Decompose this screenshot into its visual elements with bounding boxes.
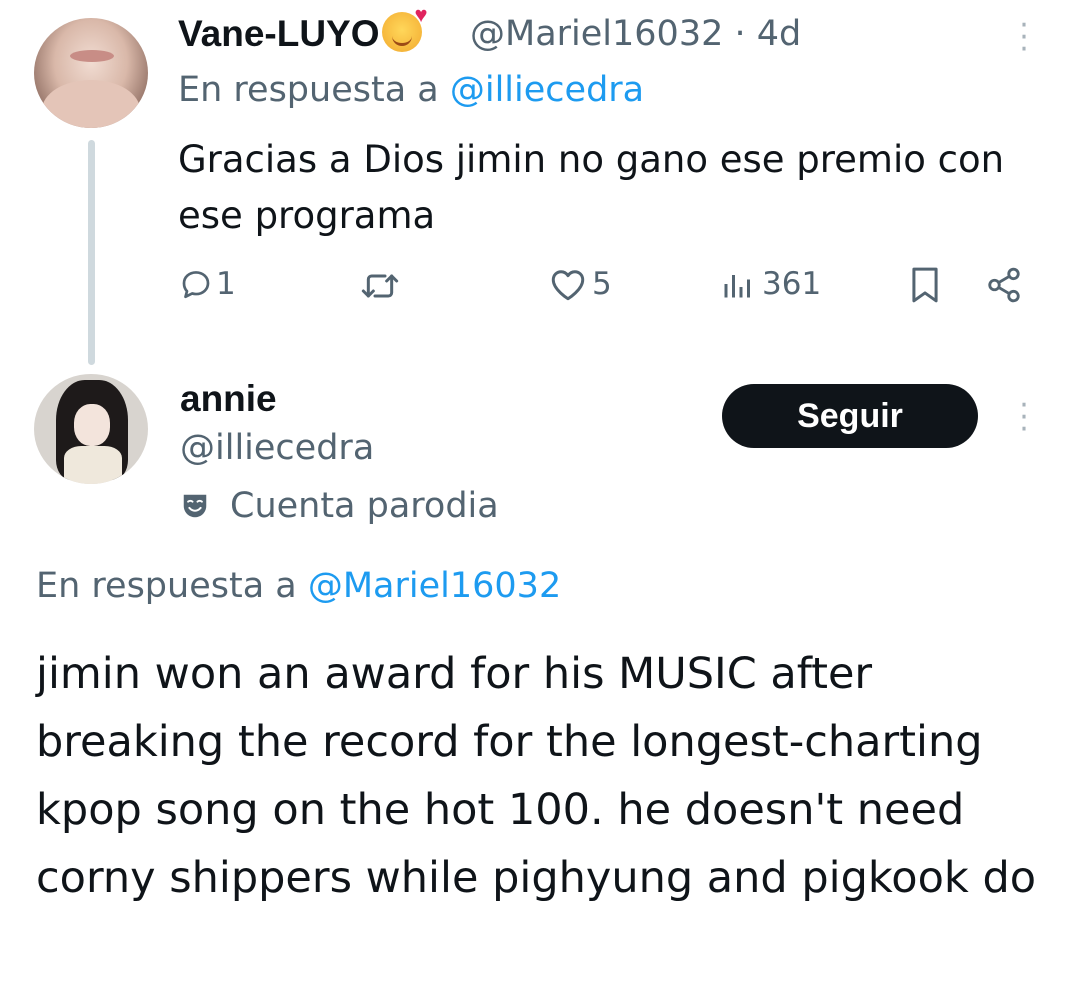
- bookmark-icon: [912, 267, 938, 303]
- retweet-button[interactable]: [358, 266, 402, 306]
- avatar[interactable]: [34, 374, 148, 484]
- replying-to: En respuesta a @illiecedra: [178, 70, 644, 110]
- share-icon: [988, 267, 1020, 303]
- views-bar-chart-icon: [724, 275, 750, 298]
- parody-mask-icon: [183, 494, 207, 518]
- separator-dot: ·: [734, 14, 746, 54]
- avatar-image-detail: [42, 80, 140, 128]
- reply-button[interactable]: 1: [178, 266, 236, 302]
- bookmark-button[interactable]: [908, 266, 942, 304]
- parody-account-badge: Cuenta parodia: [180, 486, 499, 526]
- like-count: 5: [592, 266, 612, 302]
- retweet-icon: [361, 274, 399, 298]
- heart-icon: [551, 270, 585, 301]
- more-options-icon[interactable]: · · ·: [1012, 11, 1036, 65]
- more-options-icon[interactable]: · · ·: [1012, 391, 1036, 445]
- replying-to: En respuesta a @Mariel16032: [36, 566, 561, 606]
- author-handle[interactable]: @Mariel16032: [470, 14, 723, 54]
- share-button[interactable]: [984, 266, 1024, 304]
- follow-button[interactable]: Seguir: [722, 384, 978, 448]
- author-handle[interactable]: @illiecedra: [180, 428, 374, 468]
- tweet-timestamp[interactable]: 4d: [757, 14, 802, 54]
- reply-icon: [182, 271, 210, 299]
- parody-label: Cuenta parodia: [230, 486, 499, 526]
- replying-to-label: En respuesta a: [178, 70, 450, 110]
- tweet-text: jimin won an award for his MUSIC after b…: [36, 649, 1037, 903]
- avatar-image-detail: [64, 446, 122, 484]
- avatar-image-detail: [70, 50, 114, 62]
- tweet-author-name[interactable]: Vane-LUYO: [178, 2, 428, 55]
- smiling-face-with-hearts-icon: [381, 2, 428, 52]
- avatar[interactable]: [34, 18, 148, 128]
- thread-connector-line: [88, 140, 95, 365]
- view-count: 361: [762, 266, 822, 302]
- display-name[interactable]: Vane-LUYO: [178, 13, 380, 54]
- mention-link[interactable]: @illiecedra: [450, 70, 644, 110]
- avatar-image-detail: [74, 404, 110, 446]
- reply-count: 1: [216, 266, 236, 302]
- tweet-text: Gracias a Dios jimin no gano ese premio …: [178, 138, 1005, 237]
- like-button[interactable]: 5: [548, 266, 612, 302]
- views-button[interactable]: 361: [720, 266, 821, 302]
- replying-to-label: En respuesta a: [36, 566, 308, 606]
- tweet-meta: @Mariel16032 · 4d: [470, 14, 801, 54]
- tweet-author-name[interactable]: annie: [180, 378, 277, 420]
- mention-link[interactable]: @Mariel16032: [308, 566, 561, 606]
